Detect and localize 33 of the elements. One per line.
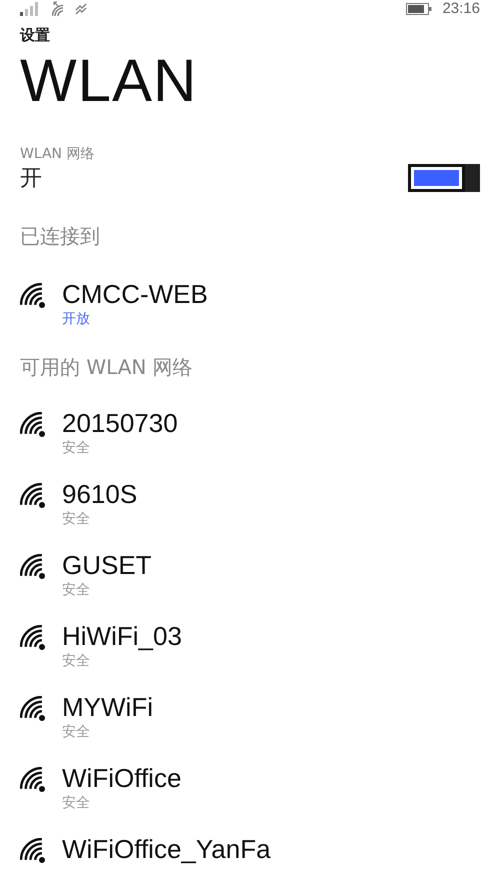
clock-time: 23:16 (442, 0, 480, 17)
toggle-value: 开 (20, 165, 42, 193)
network-name[interactable]: 20150730 (62, 407, 178, 439)
battery-icon (406, 2, 432, 14)
network-name[interactable]: MYWiFi (62, 691, 153, 723)
wifi-signal-icon (20, 283, 46, 309)
wifi-signal-icon (20, 767, 46, 793)
wifi-signal-icon (20, 696, 46, 722)
network-security: 安全 (62, 510, 91, 528)
wifi-signal-icon (20, 838, 46, 864)
app-name: 设置 (20, 26, 51, 45)
network-security: 安全 (62, 652, 91, 670)
page-title: WLAN (20, 46, 198, 116)
network-security: 安全 (62, 723, 91, 741)
network-name[interactable]: WiFiOffice (62, 762, 182, 794)
network-security: 安全 (62, 794, 91, 812)
network-name[interactable]: HiWiFi_03 (62, 620, 182, 652)
wifi-signal-icon (20, 625, 46, 651)
wifi-signal-icon (20, 554, 46, 580)
wifi-icon (52, 0, 64, 16)
section-heading: 可用的 WLAN 网络 (20, 354, 194, 381)
network-name[interactable]: 9610S (62, 478, 138, 510)
wifi-signal-icon (20, 412, 46, 438)
wifi-signal-icon (20, 483, 46, 509)
network-security: 安全 (62, 581, 91, 599)
wlan-toggle-switch[interactable] (408, 164, 480, 192)
network-security: 安全 (62, 439, 91, 457)
network-name[interactable]: CMCC-WEB (62, 278, 208, 310)
network-name[interactable]: WiFiOffice_YanFa (62, 833, 271, 865)
network-security: 开放 (62, 310, 91, 328)
section-heading: 已连接到 (20, 223, 101, 250)
toggle-label: WLAN 网络 (20, 145, 96, 163)
network-name[interactable]: GUSET (62, 549, 152, 581)
